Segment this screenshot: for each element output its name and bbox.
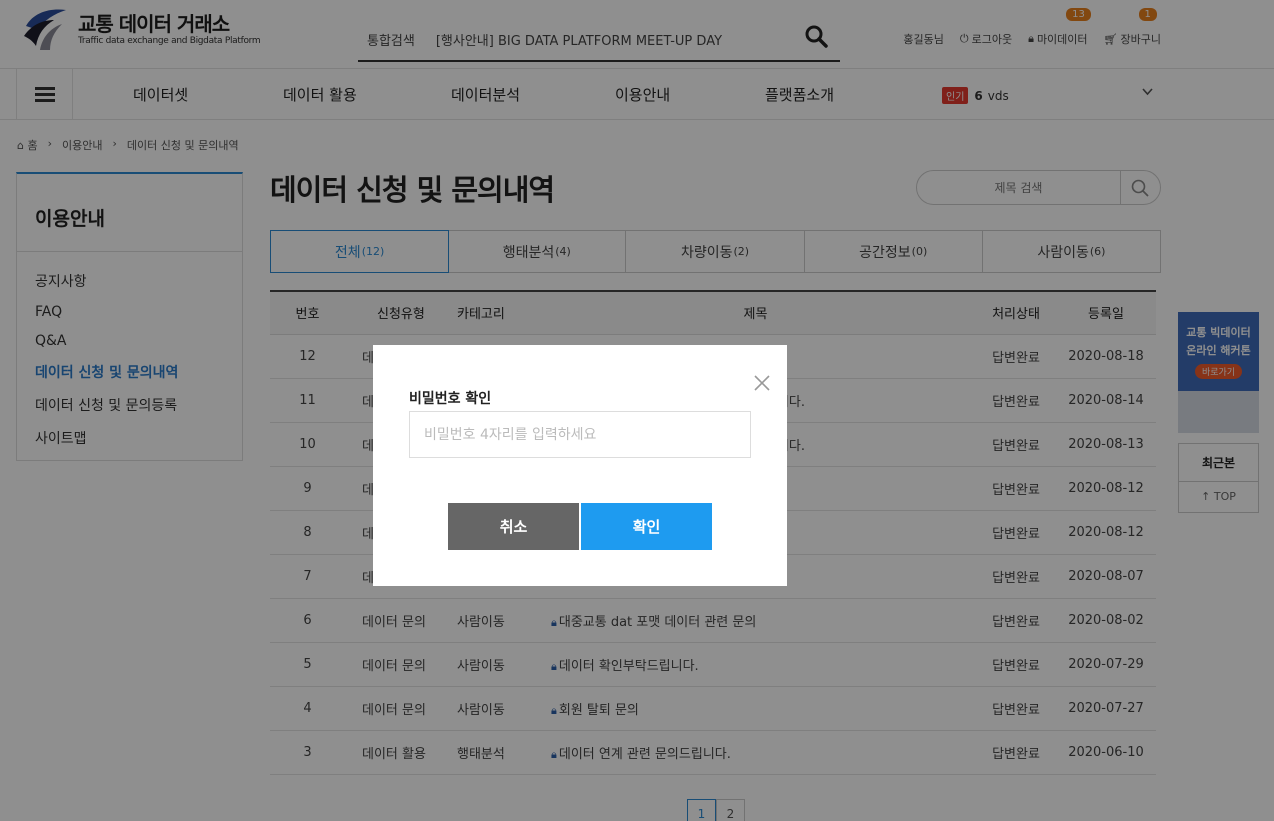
password-modal: 비밀번호 확인 취소 확인 [373,345,787,586]
close-icon[interactable] [752,373,772,393]
confirm-button[interactable]: 확인 [581,503,712,550]
password-label: 비밀번호 확인 [409,391,492,407]
password-input[interactable] [409,411,751,458]
cancel-button[interactable]: 취소 [448,503,579,550]
